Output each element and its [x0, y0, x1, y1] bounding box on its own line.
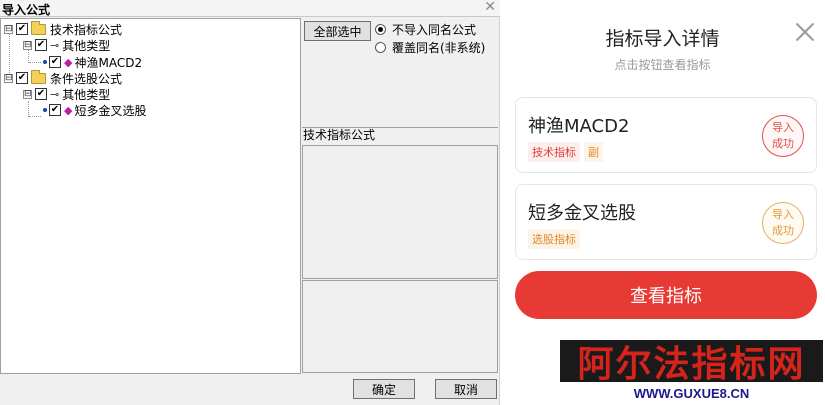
- tree-node-tech-formula[interactable]: ⊟ ✔ 技术指标公式: [4, 20, 123, 37]
- radio-skip-duplicates[interactable]: 不导入同名公式: [375, 21, 476, 37]
- modal-subtitle: 点击按钮查看指标: [614, 58, 711, 72]
- collapse-icon[interactable]: ⊟: [23, 40, 32, 50]
- indicator-name: 神渔MACD2: [528, 116, 630, 137]
- select-all-button[interactable]: 全部选中: [304, 21, 371, 41]
- tree-node-label: 神渔MACD2: [74, 55, 143, 70]
- tree-node-label: 其他类型: [62, 87, 111, 102]
- formula-icon: ◆: [64, 55, 73, 69]
- formula-description-box: [302, 280, 498, 373]
- import-success-stamp: 导入 成功: [762, 115, 804, 157]
- collapse-icon[interactable]: ⊟: [4, 24, 13, 34]
- indicator-name: 短多金叉选股: [528, 203, 636, 224]
- indicator-tags: 技术指标 副: [528, 142, 607, 162]
- tree-node-label: 条件选股公式: [50, 71, 123, 86]
- tree-line: [29, 116, 41, 117]
- indicator-card[interactable]: 短多金叉选股 选股指标 导入 成功: [515, 184, 817, 260]
- close-icon[interactable]: [795, 22, 815, 42]
- folder-icon: [31, 69, 46, 84]
- tree-node-label: 其他类型: [62, 38, 111, 53]
- radio-selected-icon[interactable]: [375, 23, 386, 35]
- radio-unselected-icon[interactable]: [375, 41, 386, 53]
- cancel-button[interactable]: 取消: [435, 379, 497, 399]
- tree-line: [28, 101, 29, 117]
- watermark-text: 阿尔法指标网: [577, 343, 806, 385]
- checkbox[interactable]: ✔: [35, 39, 47, 51]
- checkbox[interactable]: ✔: [16, 23, 28, 35]
- collapse-icon[interactable]: ⊟: [4, 73, 13, 83]
- tree-node-short-golden-cross[interactable]: ✔ ◆ 短多金叉选股: [43, 102, 146, 118]
- key-icon: ⊸: [50, 38, 60, 52]
- bullet-icon: [43, 60, 47, 64]
- radio-overwrite-duplicates[interactable]: 覆盖同名(非系统): [375, 39, 485, 55]
- formula-detail-box: [302, 145, 498, 279]
- tree-line: [29, 62, 41, 63]
- tag-badge: 选股指标: [528, 229, 580, 249]
- dialog-titlebar: 导入公式 ✕: [0, 0, 500, 17]
- checkbox[interactable]: ✔: [16, 72, 28, 84]
- modal-title: 指标导入详情: [605, 28, 720, 50]
- radio-label: 不导入同名公式: [392, 22, 477, 37]
- dialog-title: 导入公式: [2, 3, 51, 17]
- tree-node-stock-select-formula[interactable]: ⊟ ✔ 条件选股公式: [4, 69, 123, 86]
- view-indicator-button[interactable]: 查看指标: [515, 271, 817, 319]
- formula-type-label: 技术指标公式: [303, 128, 376, 142]
- formula-tree[interactable]: ⊟ ✔ 技术指标公式 ⊟ ✔ ⊸ 其他类型 ✔ ◆ 神渔MACD2 ⊟ ✔ 条件…: [0, 18, 301, 374]
- options-panel: 全部选中 不导入同名公式 覆盖同名(非系统) 技术指标公式: [301, 18, 499, 374]
- tree-node-macd2[interactable]: ✔ ◆ 神渔MACD2: [43, 54, 142, 70]
- folder-icon: [31, 20, 46, 35]
- radio-label: 覆盖同名(非系统): [392, 40, 486, 55]
- indicator-card[interactable]: 神渔MACD2 技术指标 副 导入 成功: [515, 97, 817, 173]
- bullet-icon: [43, 108, 47, 112]
- formula-icon: ◆: [64, 103, 73, 117]
- collapse-icon[interactable]: ⊟: [23, 89, 32, 99]
- tag-badge: 副: [584, 142, 603, 162]
- tag-badge: 技术指标: [528, 142, 580, 162]
- tree-node-label: 短多金叉选股: [74, 103, 147, 118]
- checkbox[interactable]: ✔: [35, 88, 47, 100]
- tree-node-label: 技术指标公式: [50, 22, 123, 37]
- ok-button[interactable]: 确定: [353, 379, 415, 399]
- indicator-tags: 选股指标: [528, 229, 584, 249]
- import-formula-dialog: 导入公式 ✕ ⊟ ✔ 技术指标公式 ⊟ ✔ ⊸ 其他类型 ✔ ◆ 神渔MACD2…: [0, 0, 500, 405]
- key-icon: ⊸: [50, 87, 60, 101]
- checkbox[interactable]: ✔: [49, 104, 61, 116]
- import-success-stamp: 导入 成功: [762, 202, 804, 244]
- tree-node-other-type[interactable]: ⊟ ✔ ⊸ 其他类型: [23, 37, 110, 53]
- close-icon[interactable]: ✕: [484, 0, 496, 15]
- watermark-url: WWW.GUXUE8.CN: [633, 386, 750, 401]
- checkbox[interactable]: ✔: [49, 56, 61, 68]
- tree-node-other-type-2[interactable]: ⊟ ✔ ⊸ 其他类型: [23, 86, 110, 102]
- site-watermark: 阿尔法指标网 WWW.GUXUE8.CN: [560, 340, 823, 405]
